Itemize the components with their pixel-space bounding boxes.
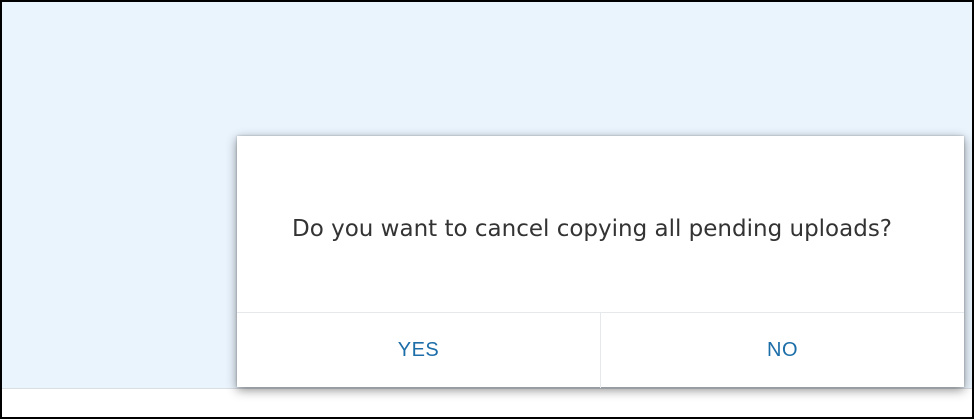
dialog-actions: YES NO (237, 312, 964, 388)
no-button[interactable]: NO (600, 313, 964, 388)
dialog-message: Do you want to cancel copying all pendin… (292, 216, 893, 242)
cancel-uploads-dialog: Do you want to cancel copying all pendin… (237, 136, 964, 388)
screenshot-frame: Do you want to cancel copying all pendin… (0, 0, 974, 419)
background-footer-strip (2, 389, 972, 417)
yes-button[interactable]: YES (237, 313, 600, 388)
